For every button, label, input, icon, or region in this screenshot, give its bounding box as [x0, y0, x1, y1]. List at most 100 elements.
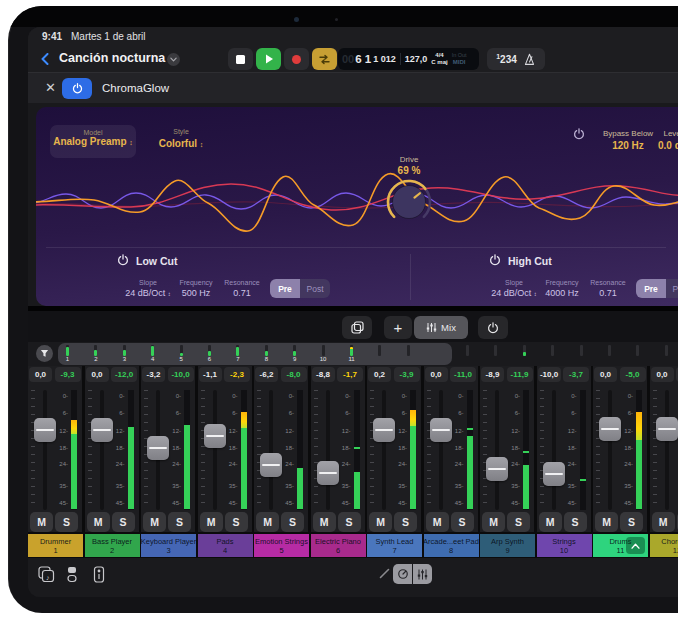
- peak-value[interactable]: -3,9: [394, 367, 420, 382]
- low-cut-power-icon[interactable]: [117, 254, 129, 266]
- mute-button[interactable]: M: [369, 512, 392, 532]
- solo-button[interactable]: S: [225, 512, 248, 532]
- track-name-bar[interactable]: Chorus V12: [650, 534, 678, 557]
- solo-button[interactable]: S: [451, 512, 474, 532]
- loops-icon[interactable]: ♪: [38, 566, 55, 583]
- fader-handle[interactable]: [260, 453, 282, 477]
- smart-controls-button[interactable]: [393, 564, 412, 584]
- track-name-bar[interactable]: Arcade...eet Pad8: [424, 534, 479, 557]
- record-button[interactable]: [284, 48, 309, 70]
- song-title[interactable]: Canción nocturna: [59, 51, 165, 65]
- volume-value[interactable]: -3,2: [142, 367, 165, 382]
- low-cut-resonance[interactable]: Resonance 0.71: [220, 279, 264, 298]
- back-chevron-icon[interactable]: [41, 53, 49, 65]
- volume-value[interactable]: -6,2: [255, 367, 278, 382]
- duplicate-button[interactable]: [342, 316, 372, 339]
- solo-button[interactable]: S: [394, 512, 417, 532]
- fader-handle[interactable]: [373, 418, 395, 442]
- stop-button[interactable]: [228, 48, 253, 70]
- faders-view-button[interactable]: [413, 564, 432, 584]
- mix-button[interactable]: Mix: [414, 316, 468, 339]
- mute-button[interactable]: M: [595, 512, 618, 532]
- mute-button[interactable]: M: [313, 512, 336, 532]
- solo-button[interactable]: S: [55, 512, 78, 532]
- high-cut-pre-button[interactable]: Pre: [636, 279, 666, 298]
- volume-value[interactable]: 0,0: [651, 367, 674, 382]
- mute-button[interactable]: M: [30, 512, 53, 532]
- volume-value[interactable]: 0,0: [86, 367, 109, 382]
- drive-knob[interactable]: [384, 177, 434, 227]
- low-cut-pre-button[interactable]: Pre: [270, 279, 300, 298]
- mute-button[interactable]: M: [539, 512, 562, 532]
- peak-value[interactable]: -11,0: [450, 367, 476, 382]
- filter-button[interactable]: [36, 345, 53, 362]
- peak-value[interactable]: -8,0: [281, 367, 307, 382]
- count-in-button[interactable]: 1234: [487, 48, 545, 70]
- solo-button[interactable]: S: [168, 512, 191, 532]
- mute-button[interactable]: M: [143, 512, 166, 532]
- track-name-bar[interactable]: Drummer1: [28, 534, 83, 557]
- low-cut-slope[interactable]: Slope 24 dB/Oct ↕: [120, 279, 176, 298]
- peak-value[interactable]: -12,0: [111, 367, 137, 382]
- plugin-power-button[interactable]: [62, 78, 92, 99]
- fader-handle[interactable]: [147, 436, 169, 460]
- low-cut-frequency[interactable]: Frequency 500 Hz: [174, 279, 218, 298]
- volume-value[interactable]: 0,0: [594, 367, 617, 382]
- high-cut-resonance[interactable]: Resonance 0.71: [586, 279, 630, 298]
- track-name-bar[interactable]: Electric Piano6: [311, 534, 366, 557]
- track-name-bar[interactable]: Arp Synth9: [480, 534, 535, 557]
- fader-handle[interactable]: [543, 462, 565, 486]
- channel-strip-icon[interactable]: [93, 566, 105, 583]
- track-name-bar[interactable]: Synth Lead7: [367, 534, 422, 557]
- solo-button[interactable]: S: [507, 512, 530, 532]
- fader-handle[interactable]: [34, 418, 56, 442]
- fader-handle[interactable]: [486, 457, 508, 481]
- mute-button[interactable]: M: [200, 512, 223, 532]
- pencil-icon[interactable]: [378, 567, 391, 580]
- peak-value[interactable]: -2,3: [224, 367, 250, 382]
- collapse-stack-button[interactable]: [626, 537, 645, 554]
- volume-value[interactable]: -1,1: [199, 367, 222, 382]
- low-cut-post-button[interactable]: Post: [300, 279, 330, 298]
- peak-value[interactable]: -10,0: [168, 367, 194, 382]
- fader-handle[interactable]: [204, 424, 226, 448]
- fader-handle[interactable]: [656, 417, 678, 441]
- high-cut-post-button[interactable]: Post: [666, 279, 678, 298]
- solo-button[interactable]: S: [620, 512, 643, 532]
- mixer-power-button[interactable]: [478, 316, 508, 339]
- peak-value[interactable]: -3,7: [563, 367, 589, 382]
- peak-value[interactable]: -5,0: [620, 367, 646, 382]
- connections-icon[interactable]: [65, 566, 80, 583]
- mute-button[interactable]: M: [482, 512, 505, 532]
- solo-button[interactable]: S: [338, 512, 361, 532]
- mute-button[interactable]: M: [426, 512, 449, 532]
- volume-value[interactable]: 0,2: [368, 367, 391, 382]
- high-cut-slope[interactable]: Slope 24 dB/Oct ↕: [486, 279, 542, 298]
- cycle-button[interactable]: [312, 48, 337, 70]
- track-name-bar[interactable]: Emotion Strings5: [254, 534, 309, 557]
- navigator-window[interactable]: 1234567891011: [58, 343, 452, 365]
- fader-handle[interactable]: [430, 418, 452, 442]
- fader-handle[interactable]: [91, 418, 113, 442]
- mute-button[interactable]: M: [256, 512, 279, 532]
- play-button[interactable]: [256, 48, 281, 70]
- volume-value[interactable]: -8,8: [312, 367, 335, 382]
- volume-value[interactable]: -8,9: [481, 367, 504, 382]
- model-selector[interactable]: Model Analog Preamp ↕: [50, 125, 136, 158]
- mute-button[interactable]: M: [87, 512, 110, 532]
- volume-value[interactable]: 0,0: [29, 367, 52, 382]
- lcd-display[interactable]: 00 6 1 1 012 127,0 4/4 C maj In Out MIDI: [338, 48, 479, 70]
- song-menu-chevron-icon[interactable]: [167, 53, 180, 66]
- add-track-button[interactable]: +: [384, 316, 412, 339]
- fader-handle[interactable]: [599, 417, 621, 441]
- mute-button[interactable]: M: [652, 512, 675, 532]
- fader-handle[interactable]: [317, 461, 339, 485]
- track-name-bar[interactable]: Pads4: [198, 534, 253, 557]
- style-selector[interactable]: Style Colorful ↕: [138, 128, 224, 149]
- solo-button[interactable]: S: [112, 512, 135, 532]
- bypass-power-icon[interactable]: [573, 128, 585, 140]
- level-value[interactable]: 0.0 dB: [643, 140, 678, 151]
- close-icon[interactable]: ✕: [45, 80, 56, 95]
- track-name-bar[interactable]: Strings10: [537, 534, 592, 557]
- peak-value[interactable]: -11,9: [507, 367, 533, 382]
